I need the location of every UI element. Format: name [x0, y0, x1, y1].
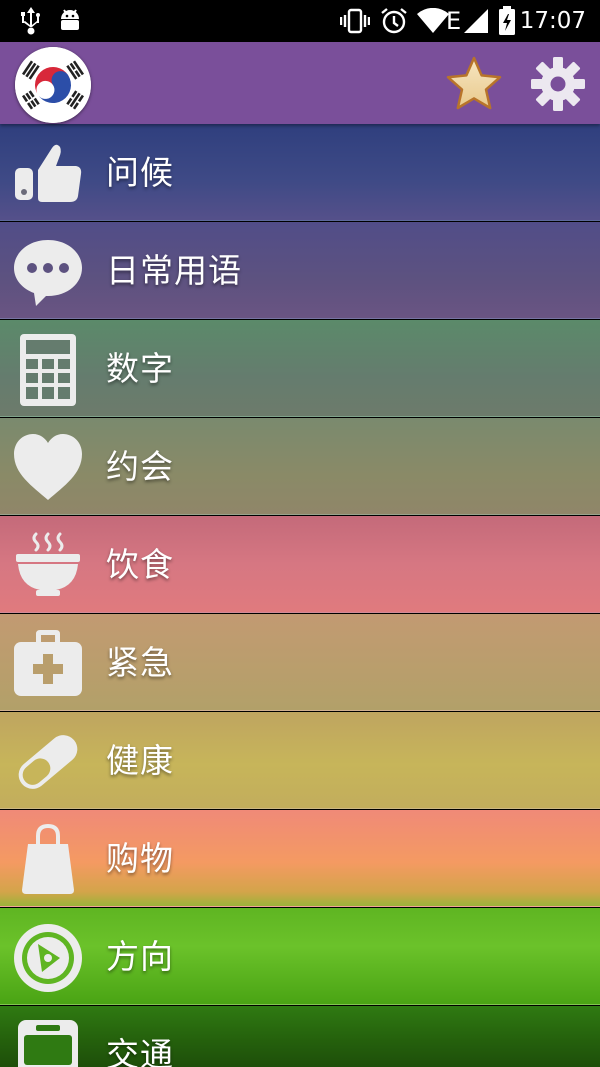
category-item-daily-phrases[interactable]: 日常用语 [0, 222, 600, 319]
category-list: 问候 日常用语 数字 约会 饮食 紧急 健康 购物 方向 交通 [0, 124, 600, 1067]
settings-gear-icon [531, 57, 585, 111]
status-time: 17:07 [519, 8, 586, 34]
bus-icon [12, 1020, 84, 1067]
category-item-dating[interactable]: 约会 [0, 418, 600, 515]
category-label: 紧急 [106, 643, 174, 682]
network-type-text: E [446, 7, 462, 35]
thumbs-up-icon [12, 138, 84, 210]
status-bar: E 17:07 [0, 0, 600, 42]
network-e-icon: E [446, 6, 461, 36]
pill-icon [12, 726, 84, 798]
category-label: 健康 [106, 741, 174, 780]
heart-icon [12, 432, 84, 504]
usb-icon [18, 6, 44, 36]
compass-icon [12, 922, 84, 994]
chat-bubble-icon [12, 236, 84, 308]
category-label: 问候 [106, 153, 174, 192]
category-label: 饮食 [106, 545, 174, 584]
category-item-food[interactable]: 饮食 [0, 516, 600, 613]
category-item-transport[interactable]: 交通 [0, 1006, 600, 1067]
android-debug-icon [58, 6, 82, 36]
shopping-bag-icon [12, 823, 84, 896]
category-item-emergency[interactable]: 紧急 [0, 614, 600, 711]
category-label: 交通 [106, 1035, 174, 1067]
wifi-icon [416, 6, 450, 36]
category-label: 数字 [106, 349, 174, 388]
favorites-star-icon [446, 56, 502, 110]
first-aid-kit-icon [12, 628, 84, 700]
category-item-greetings[interactable]: 问候 [0, 124, 600, 221]
category-item-numbers[interactable]: 数字 [0, 320, 600, 417]
battery-charging-icon [498, 6, 516, 36]
app-screen: E 17:07 问候 日常用语 数字 约会 饮食 紧急 健康 购物 方向 交通 [0, 0, 600, 1067]
korea-flag-icon[interactable] [15, 47, 91, 123]
category-label: 方向 [106, 937, 174, 976]
vibrate-icon [340, 6, 370, 36]
signal-icon [462, 6, 490, 36]
app-bar [0, 42, 600, 124]
favorites-button[interactable] [444, 54, 504, 114]
category-item-health[interactable]: 健康 [0, 712, 600, 809]
category-item-shopping[interactable]: 购物 [0, 810, 600, 907]
settings-button[interactable] [528, 54, 588, 114]
category-item-directions[interactable]: 方向 [0, 908, 600, 1005]
category-label: 日常用语 [106, 251, 242, 290]
calculator-icon [12, 334, 84, 406]
category-label: 购物 [106, 839, 174, 878]
category-label: 约会 [106, 447, 174, 486]
bowl-icon [12, 530, 84, 602]
alarm-icon [380, 6, 408, 36]
